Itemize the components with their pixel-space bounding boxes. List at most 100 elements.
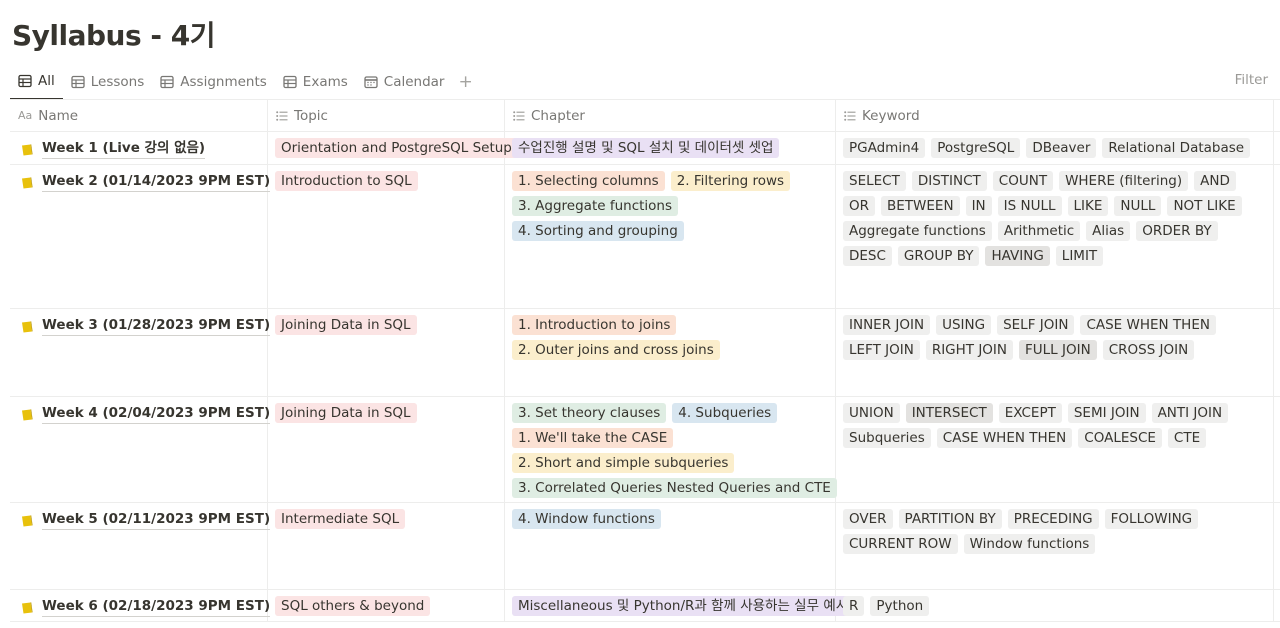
list-icon — [844, 110, 856, 121]
chapter-tag: 수업진행 설명 및 SQL 설치 및 데이터셋 셋업 — [512, 138, 780, 158]
filter-button[interactable]: Filter — [1235, 72, 1268, 88]
tab-exams[interactable]: Exams — [275, 64, 356, 100]
keyword-tag: PostgreSQL — [931, 138, 1021, 158]
topic-tag: Joining Data in SQL — [275, 403, 417, 423]
topic-cell-tags: Joining Data in SQL — [275, 315, 497, 335]
tab-lessons[interactable]: Lessons — [63, 64, 153, 100]
notebook-icon — [20, 319, 34, 333]
keyword-tag: Arithmetic — [997, 221, 1081, 241]
table-row[interactable]: Week 3 (01/28/2023 9PM EST) Joining Data … — [10, 309, 1280, 397]
keyword-cell[interactable]: R Python — [836, 590, 1274, 621]
name-cell[interactable]: Week 6 (02/18/2023 9PM EST) — [10, 590, 271, 621]
chapter-cell[interactable]: Miscellaneous 및 Python/R과 함께 사용하는 실무 예시 — [505, 590, 855, 621]
name-cell[interactable]: Week 2 (01/14/2023 9PM EST) — [10, 165, 271, 308]
view-tabs: All Lessons Assignments Exams Calendar + — [10, 64, 479, 100]
name-cell[interactable]: Week 5 (02/11/2023 9PM EST) — [10, 503, 271, 589]
tab-label: Lessons — [90, 74, 145, 90]
keyword-tag: AND — [1194, 171, 1236, 191]
table-row[interactable]: Week 2 (01/14/2023 9PM EST) Introduction … — [10, 165, 1280, 309]
table-body: Week 1 (Live 강의 없음) Orientation and Postg… — [10, 132, 1280, 622]
chapter-cell-tags: 1. Introduction to joins 2. Outer joins a… — [512, 315, 828, 360]
table-icon — [18, 74, 32, 88]
tab-label: Assignments — [180, 74, 267, 90]
keyword-tag: DBeaver — [1026, 138, 1097, 158]
topic-cell[interactable]: Joining Data in SQL — [268, 309, 505, 396]
column-header-chapter[interactable]: Chapter — [505, 100, 836, 131]
notebook-icon — [20, 513, 34, 527]
keyword-cell-tags: SELECT DISTINCT COUNT WHERE (filtering) AND O… — [843, 171, 1266, 266]
row-title[interactable]: Week 5 (02/11/2023 9PM EST) — [42, 510, 271, 530]
keyword-cell[interactable]: OVER PARTITION BY PRECEDING FOLLOWING CURREN… — [836, 503, 1274, 589]
topic-tag: Intermediate SQL — [275, 509, 406, 529]
keyword-tag: EXCEPT — [998, 403, 1062, 423]
keyword-cell-tags: INNER JOIN USING SELF JOIN CASE WHEN THEN LE… — [843, 315, 1266, 360]
topic-cell[interactable]: SQL others & beyond — [268, 590, 505, 621]
tab-label: Exams — [302, 74, 348, 90]
table-row[interactable]: Week 6 (02/18/2023 9PM EST) SQL others & … — [10, 590, 1280, 622]
name-cell[interactable]: Week 3 (01/28/2023 9PM EST) — [10, 309, 271, 396]
keyword-tag: ANTI JOIN — [1151, 403, 1229, 423]
tab-all[interactable]: All — [10, 64, 63, 100]
tab-calendar[interactable]: Calendar — [356, 64, 453, 100]
table-header: Aa Name Topic Chapter Keyword — [10, 100, 1280, 132]
topic-tag: Orientation and PostgreSQL Setup — [275, 138, 518, 158]
name-cell[interactable]: Week 1 (Live 강의 없음) — [10, 132, 268, 164]
list-icon — [513, 110, 525, 121]
topic-cell-tags: Introduction to SQL — [275, 171, 497, 191]
topic-cell[interactable]: Joining Data in SQL — [268, 397, 505, 502]
page-title: Syllabus - 4기 — [12, 19, 216, 52]
chapter-cell[interactable]: 1. Introduction to joins 2. Outer joins a… — [505, 309, 836, 396]
chapter-cell[interactable]: 수업진행 설명 및 SQL 설치 및 데이터셋 셋업 — [505, 132, 836, 164]
chapter-tag: 1. We'll take the CASE — [512, 428, 674, 448]
row-title[interactable]: Week 1 (Live 강의 없음) — [42, 139, 206, 159]
keyword-cell[interactable]: PGAdmin4 PostgreSQL DBeaver Relational Data… — [836, 132, 1274, 164]
table-row[interactable]: Week 5 (02/11/2023 9PM EST) Intermediate … — [10, 503, 1280, 590]
keyword-tag: COUNT — [992, 171, 1054, 191]
keyword-tag: NULL — [1114, 196, 1162, 216]
chapter-cell-tags: 3. Set theory clauses 4. Subqueries 1. We'… — [512, 403, 837, 498]
tab-label: All — [38, 73, 55, 89]
row-title[interactable]: Week 2 (01/14/2023 9PM EST) — [42, 172, 271, 192]
keyword-tag: OR — [843, 196, 876, 216]
text-property-icon: Aa — [18, 109, 33, 122]
chapter-cell[interactable]: 3. Set theory clauses 4. Subqueries 1. We'… — [505, 397, 837, 502]
keyword-tag: USING — [936, 315, 992, 335]
keyword-tag: INTERSECT — [905, 403, 993, 423]
keyword-tag: IN — [965, 196, 992, 216]
table-icon — [160, 75, 174, 89]
topic-cell[interactable]: Introduction to SQL — [268, 165, 505, 308]
keyword-tag: RIGHT JOIN — [925, 340, 1014, 360]
table-row[interactable]: Week 4 (02/04/2023 9PM EST) Joining Data … — [10, 397, 1280, 503]
keyword-tag: CTE — [1167, 428, 1207, 448]
keyword-tag: Alias — [1086, 221, 1131, 241]
keyword-cell[interactable]: INNER JOIN USING SELF JOIN CASE WHEN THEN LE… — [836, 309, 1274, 396]
row-title[interactable]: Week 3 (01/28/2023 9PM EST) — [42, 316, 271, 336]
column-header-name[interactable]: Aa Name — [10, 100, 268, 131]
keyword-cell[interactable]: SELECT DISTINCT COUNT WHERE (filtering) AND O… — [836, 165, 1274, 308]
add-view-button[interactable]: + — [453, 64, 479, 100]
chapter-cell-tags: Miscellaneous 및 Python/R과 함께 사용하는 실무 예시 — [512, 596, 855, 616]
notebook-icon — [20, 600, 34, 614]
chapter-tag: 4. Sorting and grouping — [512, 221, 684, 241]
topic-cell[interactable]: Orientation and PostgreSQL Setup — [268, 132, 518, 164]
tab-assignments[interactable]: Assignments — [152, 64, 275, 100]
keyword-tag: LIKE — [1067, 196, 1109, 216]
keyword-tag: Python — [870, 596, 930, 616]
topic-tag: SQL others & beyond — [275, 596, 431, 616]
chapter-cell[interactable]: 4. Window functions — [505, 503, 836, 589]
column-header-topic[interactable]: Topic — [268, 100, 505, 131]
keyword-cell[interactable]: UNION INTERSECT EXCEPT SEMI JOIN ANTI JOIN Su… — [836, 397, 1274, 502]
column-header-keyword[interactable]: Keyword — [836, 100, 1274, 131]
name-cell[interactable]: Week 4 (02/04/2023 9PM EST) — [10, 397, 271, 502]
chapter-cell-tags: 4. Window functions — [512, 509, 828, 529]
chapter-cell[interactable]: 1. Selecting columns 2. Filtering rows 3. … — [505, 165, 836, 308]
keyword-tag: CROSS JOIN — [1102, 340, 1195, 360]
topic-cell[interactable]: Intermediate SQL — [268, 503, 505, 589]
chapter-tag: 1. Selecting columns — [512, 171, 665, 191]
chapter-tag: 3. Correlated Queries Nested Queries and… — [512, 478, 837, 498]
row-title[interactable]: Week 6 (02/18/2023 9PM EST) — [42, 597, 271, 617]
topic-tag: Joining Data in SQL — [275, 315, 417, 335]
row-title[interactable]: Week 4 (02/04/2023 9PM EST) — [42, 404, 271, 424]
table-row[interactable]: Week 1 (Live 강의 없음) Orientation and Postg… — [10, 132, 1280, 165]
keyword-tag: COALESCE — [1078, 428, 1162, 448]
